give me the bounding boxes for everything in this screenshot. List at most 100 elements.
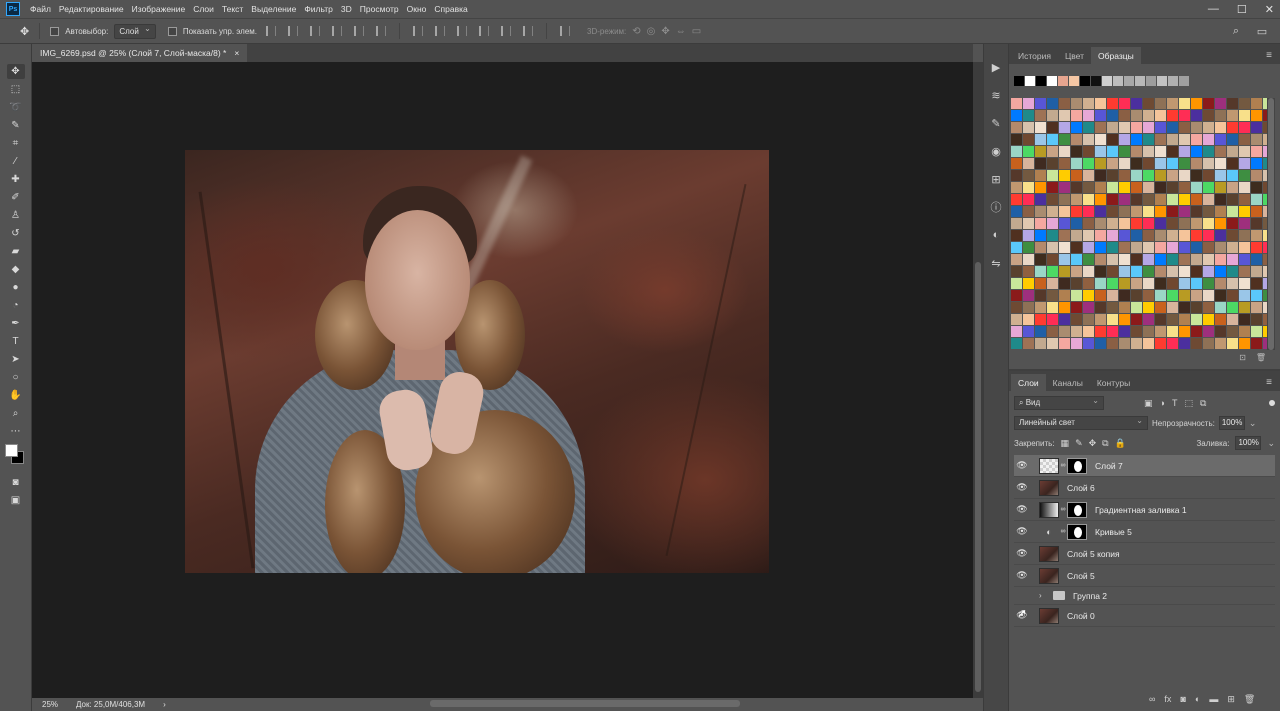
- link-icon[interactable]: ∞: [1059, 528, 1067, 535]
- swatch[interactable]: [1059, 338, 1070, 349]
- swatch[interactable]: [1011, 182, 1022, 193]
- maximize-button[interactable]: ☐: [1237, 3, 1247, 16]
- swatch[interactable]: [1023, 278, 1034, 289]
- swatch[interactable]: [1215, 218, 1226, 229]
- swatch[interactable]: [1095, 326, 1106, 337]
- swatch[interactable]: [1167, 338, 1178, 349]
- menu-edit[interactable]: Редактирование: [55, 4, 128, 14]
- swatch[interactable]: [1191, 314, 1202, 325]
- swatch[interactable]: [1179, 98, 1190, 109]
- swatch[interactable]: [1191, 302, 1202, 313]
- swatch[interactable]: [1131, 218, 1142, 229]
- search-icon[interactable]: ⌕: [1228, 23, 1244, 39]
- swatch[interactable]: [1227, 134, 1238, 145]
- swatch[interactable]: [1107, 326, 1118, 337]
- swatch[interactable]: [1239, 278, 1250, 289]
- swatch[interactable]: [1059, 314, 1070, 325]
- swatch[interactable]: [1203, 98, 1214, 109]
- swatch[interactable]: [1215, 314, 1226, 325]
- swatch[interactable]: [1035, 170, 1046, 181]
- swatch[interactable]: [1239, 110, 1250, 121]
- eye-icon[interactable]: 👁: [1015, 525, 1029, 539]
- swatch[interactable]: [1023, 314, 1034, 325]
- swatch[interactable]: [1251, 278, 1262, 289]
- link-layers-icon[interactable]: ∞: [1149, 694, 1155, 705]
- swatch[interactable]: [1131, 122, 1142, 133]
- autoselect-dropdown[interactable]: Слой: [114, 23, 156, 39]
- swatch[interactable]: [1047, 206, 1058, 217]
- swatch[interactable]: [1179, 194, 1190, 205]
- swatch[interactable]: [1191, 146, 1202, 157]
- swatch[interactable]: [1119, 98, 1130, 109]
- swatch[interactable]: [1035, 278, 1046, 289]
- swatch[interactable]: [1107, 110, 1118, 121]
- tab-channels[interactable]: Каналы: [1046, 374, 1090, 391]
- opacity-input[interactable]: 100%: [1218, 416, 1245, 430]
- swatch[interactable]: [1071, 98, 1082, 109]
- swatch[interactable]: [1107, 194, 1118, 205]
- swatch[interactable]: [1014, 76, 1024, 86]
- eye-icon[interactable]: 👁: [1015, 503, 1029, 517]
- swatch[interactable]: [1107, 146, 1118, 157]
- swatch[interactable]: [1047, 326, 1058, 337]
- new-swatch-icon[interactable]: ⊡: [1239, 353, 1246, 362]
- swatch[interactable]: [1155, 194, 1166, 205]
- eye-icon[interactable]: 👁: [1015, 481, 1029, 495]
- document-tab[interactable]: IMG_6269.psd @ 25% (Слой 7, Слой-маска/8…: [32, 44, 248, 62]
- swatch[interactable]: [1239, 218, 1250, 229]
- filter-toggle[interactable]: [1269, 400, 1275, 406]
- swatch[interactable]: [1215, 230, 1226, 241]
- swatch[interactable]: [1124, 76, 1134, 86]
- swatch[interactable]: [1091, 76, 1101, 86]
- swatch[interactable]: [1203, 278, 1214, 289]
- swatch[interactable]: [1203, 254, 1214, 265]
- layer-mask-thumbnail[interactable]: [1067, 523, 1087, 540]
- swatch[interactable]: [1035, 158, 1046, 169]
- swatch[interactable]: [1011, 278, 1022, 289]
- swatch[interactable]: [1215, 194, 1226, 205]
- swatch[interactable]: [1215, 158, 1226, 169]
- swatch[interactable]: [1143, 314, 1154, 325]
- swatch[interactable]: [1095, 146, 1106, 157]
- swatch[interactable]: [1167, 326, 1178, 337]
- swatch[interactable]: [1146, 76, 1156, 86]
- swatch[interactable]: [1069, 76, 1079, 86]
- swatch[interactable]: [1155, 230, 1166, 241]
- filter-smart-icon[interactable]: ⧉: [1200, 398, 1206, 409]
- swatch[interactable]: [1119, 122, 1130, 133]
- swatch[interactable]: [1215, 254, 1226, 265]
- swatch[interactable]: [1011, 290, 1022, 301]
- swatch[interactable]: [1135, 76, 1145, 86]
- swatch[interactable]: [1143, 98, 1154, 109]
- swatch[interactable]: [1191, 110, 1202, 121]
- swatch[interactable]: [1119, 338, 1130, 349]
- swatch[interactable]: [1095, 218, 1106, 229]
- swatch[interactable]: [1191, 290, 1202, 301]
- swatch[interactable]: [1179, 158, 1190, 169]
- swatch[interactable]: [1011, 146, 1022, 157]
- swatch[interactable]: [1239, 98, 1250, 109]
- swatch[interactable]: [1083, 206, 1094, 217]
- swatch[interactable]: [1191, 254, 1202, 265]
- swatch[interactable]: [1251, 302, 1262, 313]
- swatch[interactable]: [1023, 110, 1034, 121]
- layer-row[interactable]: 👁 Слой 6: [1014, 477, 1275, 499]
- crop-tool-icon[interactable]: ⌗: [7, 136, 25, 151]
- swatch[interactable]: [1107, 254, 1118, 265]
- swatch[interactable]: [1011, 134, 1022, 145]
- swatch[interactable]: [1203, 302, 1214, 313]
- swatch[interactable]: [1107, 218, 1118, 229]
- swatch[interactable]: [1011, 158, 1022, 169]
- minimize-button[interactable]: —: [1208, 3, 1219, 15]
- swatch[interactable]: [1083, 146, 1094, 157]
- swatch[interactable]: [1071, 122, 1082, 133]
- swatch[interactable]: [1203, 110, 1214, 121]
- swatch[interactable]: [1035, 146, 1046, 157]
- swatch[interactable]: [1107, 170, 1118, 181]
- swatch[interactable]: [1131, 230, 1142, 241]
- swatch[interactable]: [1131, 98, 1142, 109]
- swatch[interactable]: [1083, 218, 1094, 229]
- quick-select-tool-icon[interactable]: ✎: [7, 118, 25, 133]
- filter-type-icon[interactable]: T: [1172, 398, 1178, 409]
- swatch[interactable]: [1227, 290, 1238, 301]
